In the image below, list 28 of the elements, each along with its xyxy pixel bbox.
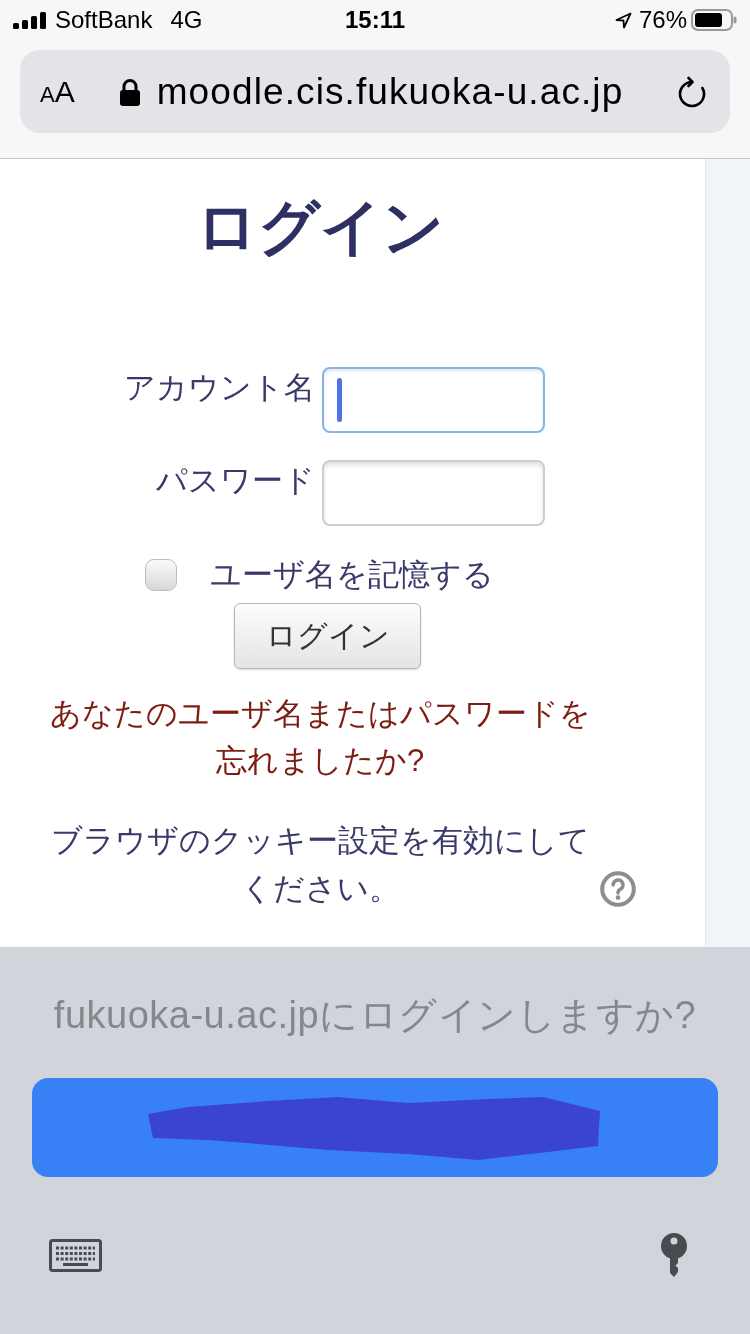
field-label: パスワード [156, 462, 315, 500]
help-icon[interactable] [600, 871, 636, 907]
input-field[interactable] [322, 367, 545, 433]
network-type: 4G [170, 8, 203, 32]
password-suggestion-button[interactable] [32, 1078, 718, 1177]
input-field[interactable] [322, 460, 545, 526]
location-arrow-icon [614, 11, 632, 29]
text-cursor-icon [337, 378, 342, 422]
page-heading: ログイン [196, 197, 444, 258]
login-button[interactable]: ログイン [234, 603, 421, 669]
url-text: moodle.cis.fukuoka-u.ac.jp [156, 73, 624, 110]
reload-icon[interactable] [676, 74, 708, 109]
cookie-notice: ブラウザのクッキー設定を有効にしてください。 [49, 822, 591, 908]
checkbox[interactable] [145, 559, 177, 591]
text-size-button[interactable]: AA [40, 76, 75, 107]
address-bar[interactable]: AA moodle.cis.fukuoka-u.ac.jp [20, 50, 730, 133]
field-label: アカウント名 [124, 369, 315, 407]
battery-icon [691, 9, 737, 31]
clock-time: 15:11 [344, 8, 406, 32]
battery-percentage: 76% [638, 8, 687, 32]
signal-icon [13, 11, 47, 29]
prompt-title: fukuoka-u.ac.jpにログインしますか? [53, 993, 697, 1037]
lock-icon [118, 77, 141, 106]
forgot-password-link[interactable]: あなたのユーザ名またはパスワードを忘れましたか? [43, 690, 597, 784]
carrier-name: SoftBank [55, 8, 153, 32]
keyboard-icon[interactable] [49, 1238, 102, 1272]
checkbox-label[interactable]: ユーザ名を記憶する [210, 559, 494, 591]
key-icon[interactable] [660, 1232, 688, 1278]
